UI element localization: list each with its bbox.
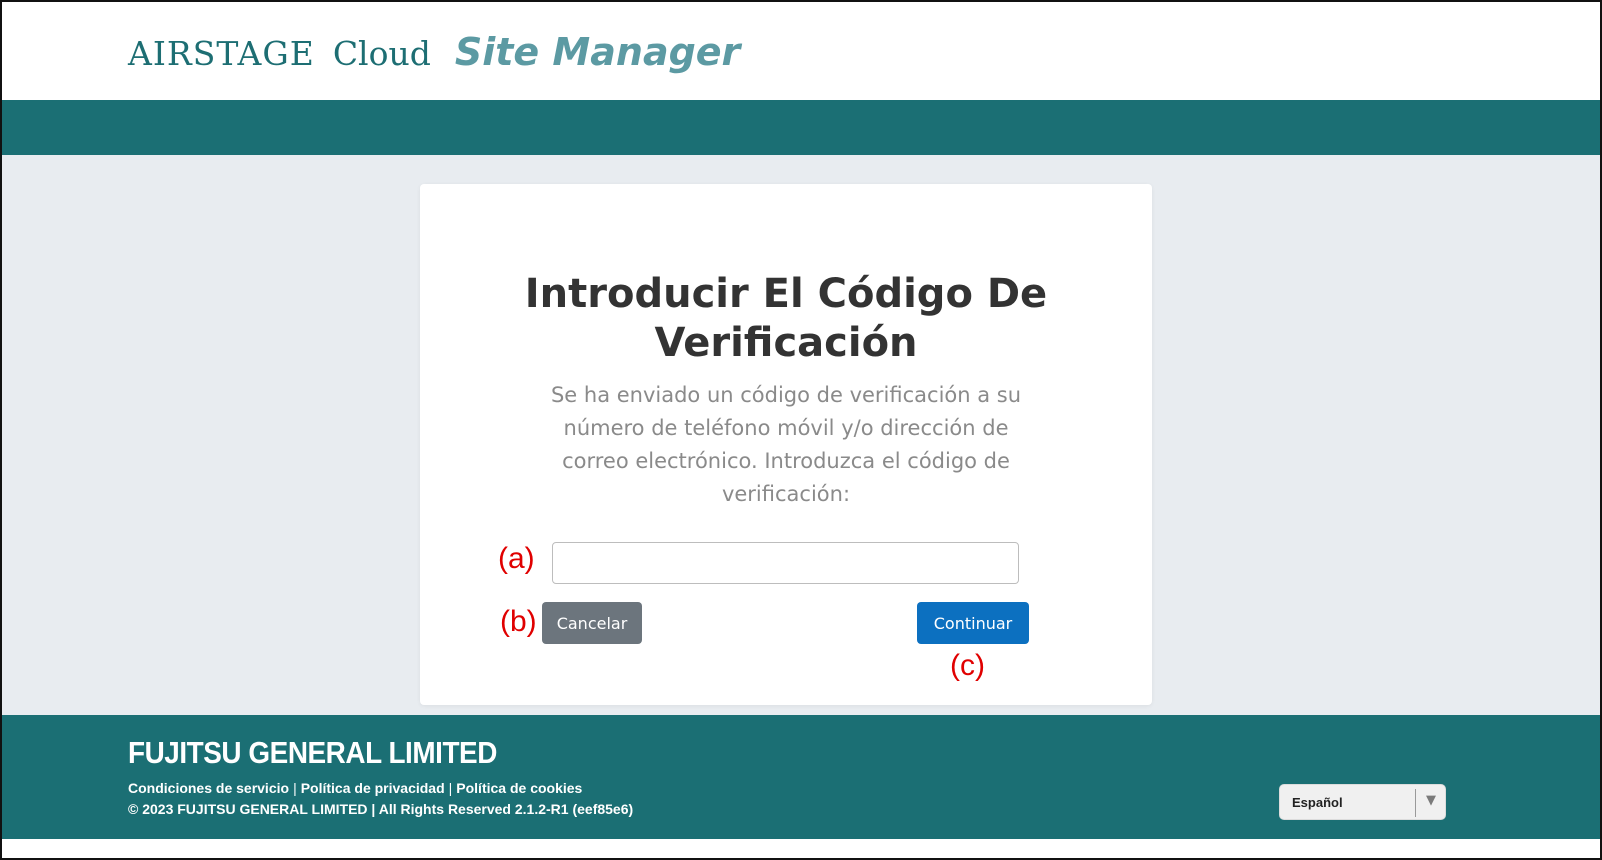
link-separator: | <box>293 780 297 796</box>
brand-site-manager: Site Manager <box>454 30 741 74</box>
brand-logo: AIRSTAGE Cloud Site Manager <box>128 30 740 80</box>
page-title: Introducir El Código De Verificación <box>420 270 1152 368</box>
chevron-down-icon[interactable]: ▼ <box>1421 793 1441 808</box>
annotation-b: (b) <box>500 605 537 638</box>
header: AIRSTAGE Cloud Site Manager <box>2 2 1600 100</box>
footer-company-logo: FUJITSU GENERAL LIMITED <box>128 735 497 770</box>
language-select[interactable]: Español ▼ <box>1279 784 1446 820</box>
title-line-2: Verificación <box>654 320 918 366</box>
nav-bar <box>2 100 1600 155</box>
footer: FUJITSU GENERAL LIMITED Condiciones de s… <box>2 715 1600 839</box>
select-divider <box>1415 789 1416 817</box>
instruction-text: Se ha enviado un código de verificación … <box>550 383 1022 506</box>
title-line-1: Introducir El Código De <box>524 271 1048 317</box>
annotation-c: (c) <box>950 649 985 682</box>
footer-links: Condiciones de servicio | Política de priv… <box>128 780 582 796</box>
link-separator: | <box>448 780 453 796</box>
language-selected-value: Español <box>1292 795 1343 810</box>
brand-airstage: AIRSTAGE <box>128 34 315 73</box>
annotation-a: (a) <box>498 542 535 575</box>
terms-of-service-link[interactable]: Condiciones de servicio <box>128 780 289 796</box>
copyright-text: © 2023 FUJITSU GENERAL LIMITED | All Rig… <box>128 801 634 817</box>
bottom-strip <box>2 839 1600 858</box>
cookie-policy-link[interactable]: Política de cookies <box>456 780 582 796</box>
brand-cloud: Cloud <box>332 34 431 73</box>
privacy-policy-link[interactable]: Política de privacidad <box>301 780 445 796</box>
continue-button[interactable]: Continuar <box>917 602 1029 644</box>
page-frame: AIRSTAGE Cloud Site Manager Introducir E… <box>0 0 1602 860</box>
cancel-button[interactable]: Cancelar <box>542 602 642 644</box>
verification-code-input[interactable] <box>552 542 1019 584</box>
